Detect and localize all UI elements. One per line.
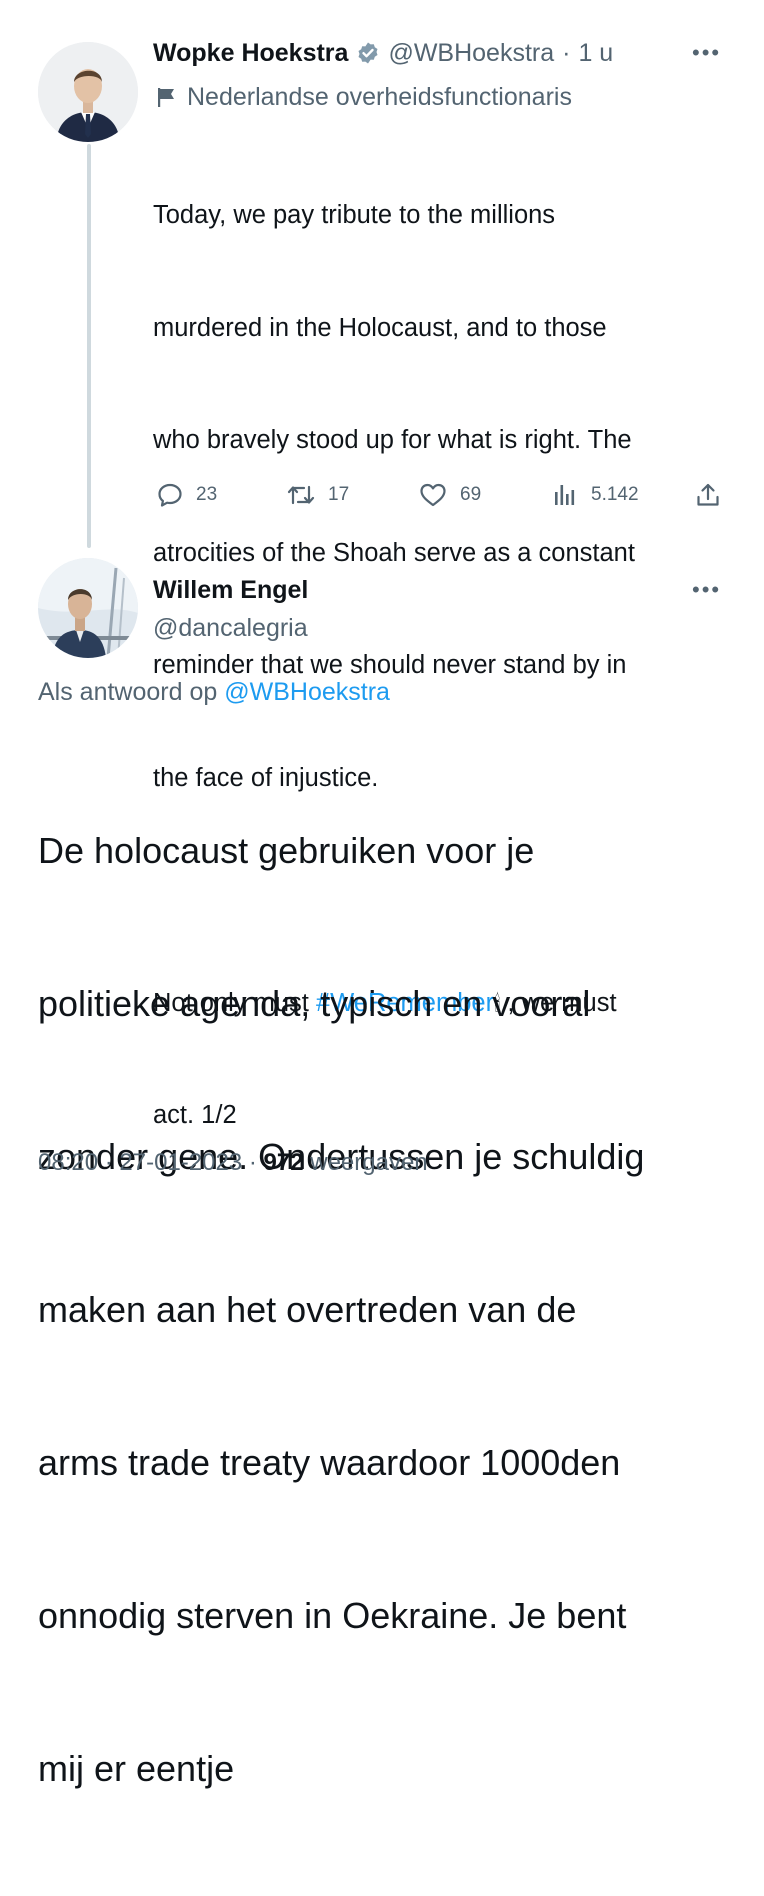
reply-context: Als antwoord op @WBHoekstra [38, 677, 390, 707]
flag-icon [155, 86, 177, 108]
reply-count: 23 [196, 484, 218, 505]
avatar[interactable] [38, 42, 138, 142]
text-line: murdered in the Holocaust, and to those [153, 313, 607, 342]
tweet-meta: 08:20 · 27-01-2023 · 972 weergaven [38, 1148, 428, 1178]
text-line: who bravely stood up for what is right. … [153, 426, 632, 454]
text-line: politieke agenda, typisch en vooral [38, 983, 591, 1024]
retweet-count: 17 [328, 484, 350, 505]
reply-prefix: Als antwoord op [38, 678, 218, 706]
thread-connector-line [87, 144, 91, 548]
text-line: Today, we pay tribute to the millions [153, 201, 556, 229]
text-line: De holocaust gebruiken voor je [38, 830, 535, 871]
tweet-date[interactable]: 27-01-2023 [119, 1149, 242, 1176]
views-label: weergaven [310, 1149, 428, 1176]
more-options-icon[interactable]: ••• [692, 40, 721, 66]
views-count: 972 [263, 1149, 304, 1176]
heart-icon [418, 481, 448, 509]
text-line: maken aan het overtreden van de [38, 1289, 577, 1330]
author-name[interactable]: Willem Engel [153, 575, 308, 605]
avatar[interactable] [38, 558, 138, 658]
text-line: arms trade treaty waardoor 1000den [38, 1442, 621, 1483]
retweet-icon [286, 481, 316, 509]
separator: · [562, 39, 571, 67]
reply-button[interactable]: 23 [156, 481, 217, 509]
author-name[interactable]: Wopke Hoekstra [153, 38, 348, 68]
tweet-time[interactable]: 1 u [578, 38, 613, 68]
separator: · [104, 1149, 113, 1176]
share-icon [694, 481, 722, 509]
like-count: 69 [460, 484, 482, 505]
reply-to-handle-link[interactable]: @WBHoekstra [224, 678, 390, 706]
retweet-button[interactable]: 17 [286, 481, 349, 509]
author-handle[interactable]: @dancalegria [153, 613, 308, 643]
tweet-time[interactable]: 08:20 [38, 1149, 98, 1176]
author-handle[interactable]: @WBHoekstra [388, 38, 554, 68]
affiliation-text: Nederlandse overheidsfunctionaris [187, 83, 572, 111]
separator: · [248, 1149, 257, 1176]
tweet-text: De holocaust gebruiken voor je politieke… [38, 723, 748, 1896]
more-options-icon[interactable]: ••• [692, 577, 721, 603]
text-line: onnodig sterven in Oekraine. Je bent [38, 1595, 627, 1636]
views-count: 5.142 [591, 484, 639, 505]
views-button[interactable]: 5.142 [551, 481, 639, 509]
text-line: atrocities of the Shoah serve as a const… [153, 538, 635, 567]
reply-icon [156, 481, 184, 509]
like-button[interactable]: 69 [418, 481, 481, 509]
affiliation-label[interactable]: Nederlandse overheidsfunctionaris [155, 82, 572, 112]
views-chart-icon [551, 481, 579, 509]
tweet-header: Wopke Hoekstra @WBHoekstra · 1 u [153, 38, 613, 68]
text-line: mij er eentje [38, 1748, 235, 1789]
share-button[interactable] [694, 481, 722, 509]
verified-badge-icon [356, 41, 380, 65]
